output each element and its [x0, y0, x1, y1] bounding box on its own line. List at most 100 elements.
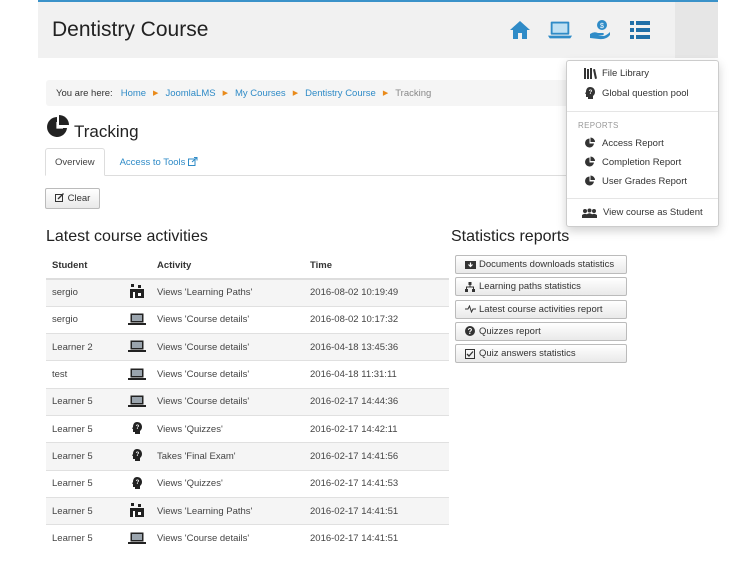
- breadcrumb-my-courses[interactable]: My Courses: [235, 88, 286, 99]
- menu-divider: [567, 111, 718, 112]
- student-cell: Learner 2: [46, 333, 122, 361]
- latest-course-activities-report-button[interactable]: Latest course activities report: [455, 299, 627, 319]
- laptop-icon: [127, 367, 147, 381]
- table-row: Learner 2 Views 'Course details' 2016-04-1…: [46, 333, 449, 361]
- reports-section-header: REPORTS: [578, 121, 619, 130]
- stat-button-label: Quiz answers statistics: [479, 348, 576, 360]
- menu-item-view-as-student[interactable]: View course as Student: [580, 207, 703, 218]
- list-icon[interactable]: [627, 17, 653, 43]
- breadcrumb-separator-icon: ▶: [222, 90, 228, 97]
- laptop-icon: [127, 339, 147, 353]
- student-cell: Learner 5: [46, 496, 122, 525]
- table-row: Learner 5? Views 'Quizzes' 2016-02-17 14:4…: [46, 414, 449, 443]
- tab-overview[interactable]: Overview: [45, 148, 105, 176]
- breadcrumb-joomlalms[interactable]: JoomlaLMS: [165, 88, 215, 99]
- menu-item-label: View course as Student: [603, 207, 703, 218]
- table-row: Learner 5 Views 'Learning Paths' 2016-02-1…: [46, 496, 449, 525]
- menu-item-label: Access Report: [602, 137, 664, 149]
- table-row: Learner 5? Takes 'Final Exam' 2016-02-17 1…: [46, 442, 449, 471]
- learning-path-icon: [127, 502, 147, 517]
- tab-access-label: Access to Tools: [119, 156, 186, 168]
- time-cell: 2016-02-17 14:41:51: [304, 496, 449, 525]
- table-row: test Views 'Course details' 2016-04-18 11:…: [46, 360, 449, 389]
- column-header: Time: [304, 253, 449, 280]
- laptop-icon[interactable]: [547, 17, 573, 43]
- laptop-icon: [127, 312, 147, 326]
- statistics-button-group: Documents downloads statistics Learning …: [455, 255, 627, 366]
- breadcrumb-home[interactable]: Home: [121, 88, 146, 99]
- quiz-head-icon: ?: [127, 421, 147, 435]
- quiz-answers-statistics-button[interactable]: Quiz answers statistics: [455, 344, 627, 364]
- time-cell: 2016-02-17 14:42:11: [304, 414, 449, 443]
- stat-button-label: Quizzes report: [479, 325, 541, 337]
- menu-item-file-library[interactable]: File Library: [583, 68, 649, 79]
- stat-button-label: Latest course activities report: [479, 303, 603, 315]
- activity-cell: Views 'Course details': [151, 333, 304, 361]
- books-icon: [583, 68, 597, 79]
- menu-item-access-report[interactable]: Access Report: [583, 137, 664, 149]
- table-row: Learner 5? Views 'Quizzes' 2016-02-17 14:4…: [46, 469, 449, 498]
- activity-icon-cell: ?: [122, 469, 151, 498]
- activity-icon-cell: [122, 278, 151, 307]
- student-cell: Learner 5: [46, 524, 122, 552]
- pie-chart-icon: [583, 156, 597, 168]
- hand-coin-icon[interactable]: $: [587, 17, 613, 43]
- pulse-icon: [464, 305, 476, 314]
- breadcrumb-label: You are here:: [56, 87, 113, 99]
- menu-item-user-grades-report[interactable]: User Grades Report: [583, 175, 687, 187]
- activity-cell: Views 'Learning Paths': [151, 278, 304, 307]
- breadcrumb-current: Tracking: [395, 87, 432, 99]
- tab-bar: Overview Access to Tools: [45, 148, 600, 176]
- quiz-head-icon: ?: [127, 448, 147, 462]
- course-header: Dentistry Course $: [38, 0, 675, 58]
- student-cell: sergio: [46, 278, 122, 307]
- activity-icon-cell: [122, 360, 151, 389]
- svg-text:$: $: [600, 23, 604, 30]
- page-title: Tracking: [45, 114, 139, 143]
- svg-text:?: ?: [468, 327, 473, 336]
- documents-downloads-statistics-button[interactable]: Documents downloads statistics: [455, 255, 627, 274]
- student-cell: test: [46, 360, 122, 389]
- home-icon[interactable]: [507, 17, 533, 43]
- quiz-head-icon: ?: [583, 87, 597, 99]
- student-cell: sergio: [46, 305, 122, 334]
- menu-item-completion-report[interactable]: Completion Report: [583, 156, 681, 168]
- statistics-heading: Statistics reports: [451, 228, 570, 245]
- learning-paths-statistics-button[interactable]: Learning paths statistics: [455, 277, 627, 297]
- stat-button-label: Documents downloads statistics: [479, 259, 615, 270]
- table-row: sergio Views 'Learning Paths' 2016-08-02 1…: [46, 278, 449, 307]
- header-extension: [675, 0, 718, 58]
- activity-cell: Views 'Quizzes': [151, 414, 304, 443]
- time-cell: 2016-08-02 10:17:32: [304, 305, 449, 334]
- svg-text:?: ?: [135, 425, 139, 431]
- activity-cell: Views 'Learning Paths': [151, 496, 304, 525]
- stat-button-label: Learning paths statistics: [479, 281, 581, 293]
- tab-access-to-tools[interactable]: Access to Tools: [111, 148, 208, 176]
- student-cell: Learner 5: [46, 387, 122, 416]
- breadcrumb: You are here: Home ▶ JoomlaLMS ▶ My Cour…: [46, 80, 599, 106]
- sitemap-icon: [464, 281, 476, 292]
- quizzes-report-button[interactable]: ? Quizzes report: [455, 321, 627, 341]
- laptop-icon: [127, 394, 147, 408]
- activity-icon-cell: ?: [122, 442, 151, 471]
- activity-cell: Views 'Course details': [151, 524, 304, 552]
- students-icon: [580, 208, 598, 218]
- student-cell: Learner 5: [46, 469, 122, 498]
- activity-cell: Takes 'Final Exam': [151, 442, 304, 471]
- clear-button[interactable]: Clear: [45, 188, 100, 209]
- learning-path-icon: [127, 284, 147, 299]
- activity-icon-cell: ?: [122, 414, 151, 443]
- breadcrumb-course[interactable]: Dentistry Course: [305, 88, 376, 99]
- column-header: Activity: [151, 253, 304, 280]
- pie-chart-icon: [583, 137, 597, 149]
- table-row: Learner 5 Views 'Course details' 2016-02-1…: [46, 524, 449, 552]
- table-row: Learner 5 Views 'Course details' 2016-02-1…: [46, 387, 449, 416]
- pie-chart-icon: [45, 114, 71, 143]
- activity-icon-cell: [122, 496, 151, 525]
- menu-item-label: Completion Report: [602, 156, 682, 168]
- menu-item-global-question-pool[interactable]: ? Global question pool: [583, 87, 689, 99]
- tab-overview-label: Overview: [55, 156, 95, 168]
- activities-heading: Latest course activities: [46, 228, 208, 245]
- time-cell: 2016-02-17 14:44:36: [304, 387, 449, 416]
- activity-icon-cell: [122, 387, 151, 416]
